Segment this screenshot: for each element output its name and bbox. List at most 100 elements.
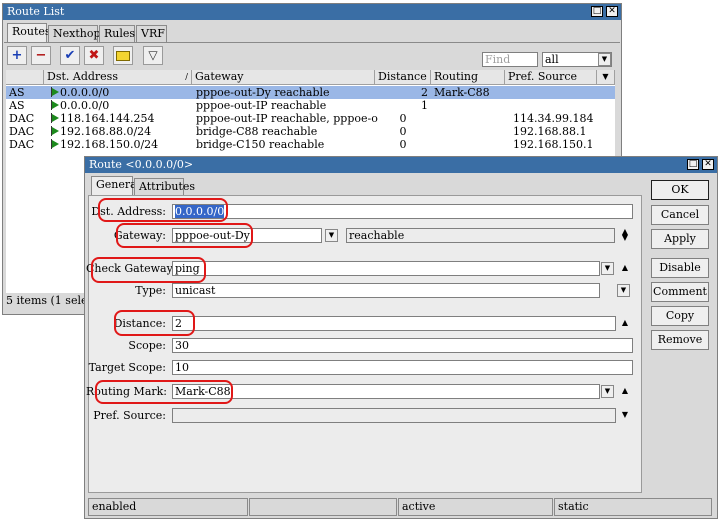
gateway-updown-icon[interactable]: ▲ ▼ xyxy=(620,228,630,242)
tab-label: Rules xyxy=(104,27,136,40)
distance-input[interactable]: 2 xyxy=(172,316,616,331)
tab-attributes[interactable]: Attributes xyxy=(134,178,195,195)
tab-nexthops[interactable]: Nexthops xyxy=(48,25,106,42)
apply-button[interactable]: Apply xyxy=(651,229,709,249)
filter-value: all xyxy=(545,53,559,66)
routing-mark-up-icon[interactable]: ▲ xyxy=(620,387,630,400)
gateway-dropdown-icon[interactable]: ▼ xyxy=(325,229,338,242)
row-dst: 118.164.144.254 xyxy=(60,112,155,125)
row-pref: 192.168.150.1 xyxy=(513,138,594,151)
highlight-distance xyxy=(114,310,195,336)
status-text: static xyxy=(558,500,589,513)
check-gateway-up-icon[interactable]: ▲ xyxy=(620,264,630,277)
row-dst: 0.0.0.0/0 xyxy=(60,99,110,112)
type-select[interactable]: unicast xyxy=(172,283,600,298)
find-input[interactable]: Find xyxy=(482,52,538,67)
button-label: Disable xyxy=(659,261,701,274)
pref-source-label: Pref. Source: xyxy=(93,409,166,422)
pref-source-down-icon[interactable]: ▼ xyxy=(620,411,630,424)
gateway-state-value: reachable xyxy=(349,229,405,242)
maximize-icon[interactable]: □ xyxy=(687,159,699,170)
row-mark: Mark-C88 xyxy=(434,86,490,99)
comment-icon[interactable] xyxy=(113,46,133,65)
button-label: Cancel xyxy=(660,208,700,221)
row-flags: AS xyxy=(9,86,25,99)
table-row[interactable]: DAC 118.164.144.254 pppoe-out-IP reachab… xyxy=(6,112,615,125)
column-menu-icon[interactable]: ▼ xyxy=(597,70,615,85)
copy-button[interactable]: Copy xyxy=(651,306,709,326)
highlight-routing-mark xyxy=(95,380,233,404)
enable-check-icon[interactable]: ✔ xyxy=(60,46,80,65)
target-scope-input[interactable]: 10 xyxy=(172,360,633,375)
route-list-title: Route List xyxy=(7,5,65,18)
row-dst: 192.168.88.0/24 xyxy=(60,125,152,138)
route-active-icon xyxy=(51,126,59,136)
remove-icon[interactable]: − xyxy=(31,46,51,65)
disable-button[interactable]: Disable xyxy=(651,258,709,278)
col-dst-address[interactable]: Dst. Address / xyxy=(44,70,192,85)
tab-vrf[interactable]: VRF xyxy=(136,25,167,42)
check-gateway-input[interactable]: ping xyxy=(172,261,600,276)
type-dropdown-icon[interactable]: ▼ xyxy=(617,284,630,297)
col-distance[interactable]: Distance xyxy=(375,70,431,85)
col-routing-mark[interactable]: Routing Mark xyxy=(431,70,505,97)
tab-routes[interactable]: Routes xyxy=(7,23,51,42)
comment-button[interactable]: Comment xyxy=(651,282,709,302)
status-text: active xyxy=(402,500,436,513)
table-row[interactable]: DAC 192.168.150.0/24 bridge-C150 reachab… xyxy=(6,138,615,151)
button-label: Copy xyxy=(665,309,695,322)
status-text: enabled xyxy=(92,500,137,513)
row-flags: DAC xyxy=(9,125,35,138)
route-active-icon xyxy=(51,87,59,97)
type-label: Type: xyxy=(135,284,166,297)
highlight-gateway xyxy=(116,223,253,248)
col-gateway[interactable]: Gateway xyxy=(192,70,375,85)
add-icon[interactable]: + xyxy=(7,46,27,65)
row-flags: DAC xyxy=(9,112,35,125)
close-icon[interactable]: ✕ xyxy=(702,159,714,170)
table-row[interactable]: AS 0.0.0.0/0 pppoe-out-IP reachable 1 xyxy=(6,99,615,112)
tab-general[interactable]: General xyxy=(91,176,140,195)
col-label: Distance xyxy=(378,70,427,83)
routing-mark-dropdown-icon[interactable]: ▼ xyxy=(601,385,614,398)
route-list-titlebar[interactable]: Route List □ ✕ xyxy=(3,4,621,20)
col-label: Pref. Source xyxy=(508,70,578,83)
col-pref-source[interactable]: Pref. Source xyxy=(505,70,597,85)
routing-mark-input[interactable]: Mark-C88 xyxy=(172,384,600,399)
row-flags: DAC xyxy=(9,138,35,151)
route-dialog-tabs: General Attributes xyxy=(90,176,290,196)
row-distance: 1 xyxy=(421,99,428,112)
close-icon[interactable]: ✕ xyxy=(606,6,618,17)
distance-up-icon[interactable]: ▲ xyxy=(620,319,630,332)
tab-label: Attributes xyxy=(139,180,196,193)
col-label: Gateway xyxy=(195,70,244,83)
route-active-icon xyxy=(51,100,59,110)
filter-icon[interactable]: ▽ xyxy=(143,46,163,65)
tab-divider xyxy=(4,42,620,43)
cancel-button[interactable]: Cancel xyxy=(651,205,709,225)
route-list-status: 5 items (1 selected xyxy=(6,294,86,308)
row-flags: AS xyxy=(9,99,25,112)
items-count: 5 items (1 selected xyxy=(6,294,86,307)
col-flags[interactable] xyxy=(6,70,44,85)
dst-address-input[interactable]: 0.0.0.0/0 xyxy=(172,204,633,219)
ok-button[interactable]: OK xyxy=(651,180,709,200)
table-row[interactable]: AS 0.0.0.0/0 pppoe-out-Dy reachable 2 Ma… xyxy=(6,86,615,99)
pref-source-input[interactable] xyxy=(172,408,616,423)
check-gateway-dropdown-icon[interactable]: ▼ xyxy=(601,262,614,275)
table-row[interactable]: DAC 192.168.88.0/24 bridge-C88 reachable… xyxy=(6,125,615,138)
scope-input[interactable]: 30 xyxy=(172,338,633,353)
type-value: unicast xyxy=(175,284,216,297)
scope-value: 30 xyxy=(175,339,189,352)
status-static: static xyxy=(554,498,712,516)
row-gateway: pppoe-out-IP reachable, pppoe-out-Dy ... xyxy=(196,112,378,125)
filter-dropdown-icon[interactable]: ▼ xyxy=(598,53,611,66)
maximize-icon[interactable]: □ xyxy=(591,6,603,17)
button-label: OK xyxy=(671,183,689,196)
row-dst: 192.168.150.0/24 xyxy=(60,138,159,151)
disable-x-icon[interactable]: ✖ xyxy=(84,46,104,65)
status-blank xyxy=(249,498,397,516)
tab-rules[interactable]: Rules xyxy=(99,25,135,42)
remove-button[interactable]: Remove xyxy=(651,330,709,350)
route-dialog-titlebar[interactable]: Route <0.0.0.0/0> □ ✕ xyxy=(85,157,717,173)
